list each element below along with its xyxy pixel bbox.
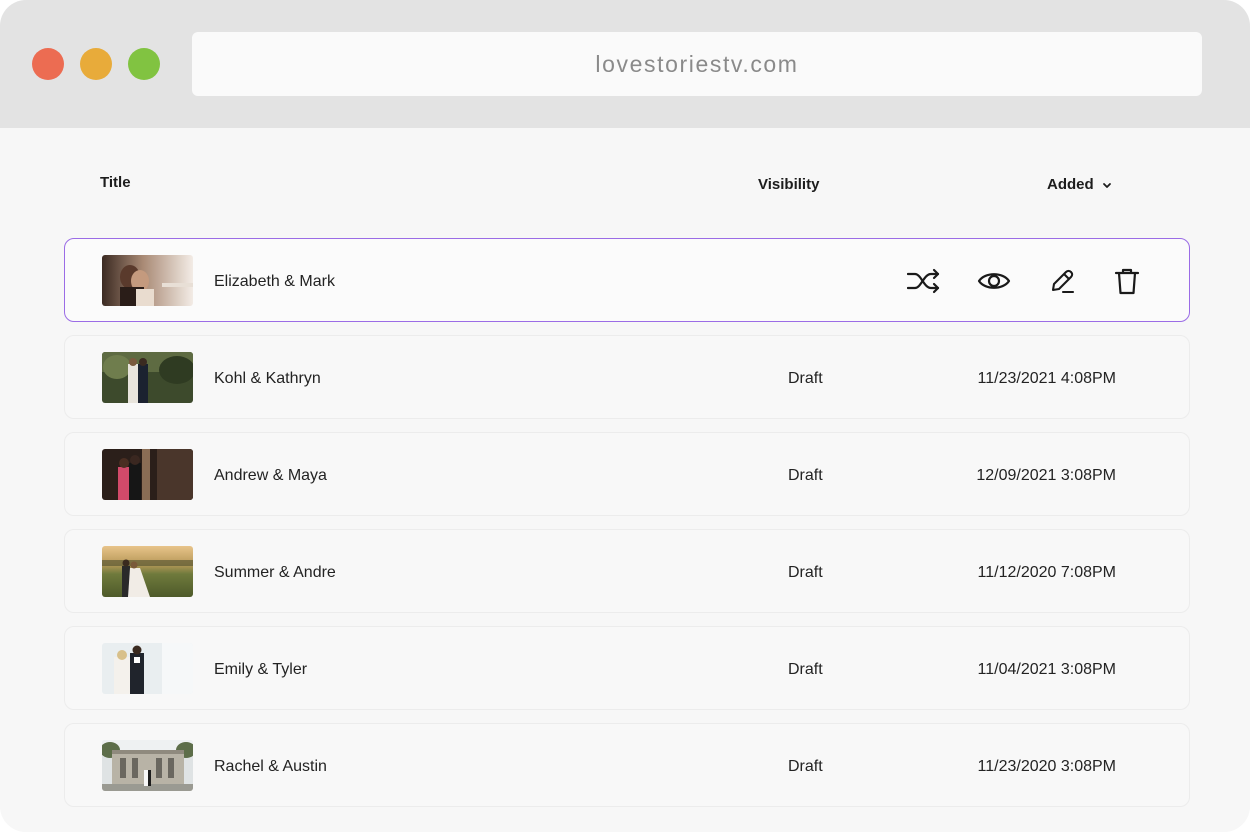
shuffle-icon[interactable] (907, 265, 941, 297)
table-row[interactable]: Elizabeth & Mark (64, 238, 1190, 322)
chevron-down-icon (1102, 182, 1111, 188)
table-row[interactable]: Emily & Tyler Draft 11/04/2021 3:08PM (64, 626, 1190, 710)
row-visibility: Draft (788, 661, 823, 678)
address-bar[interactable]: lovestoriestv.com (192, 32, 1202, 96)
table-row[interactable]: Rachel & Austin Draft 11/23/2020 3:08PM (64, 723, 1190, 807)
column-header-title[interactable]: Title (100, 174, 131, 192)
video-thumbnail[interactable] (102, 546, 193, 597)
column-header-visibility[interactable]: Visibility (758, 176, 819, 194)
table-row[interactable]: Andrew & Maya Draft 12/09/2021 3:08PM (64, 432, 1190, 516)
row-added-date: 11/23/2021 4:08PM (977, 370, 1116, 387)
row-title[interactable]: Rachel & Austin (214, 758, 327, 776)
table-row[interactable]: Kohl & Kathryn Draft 11/23/2021 4:08PM (64, 335, 1190, 419)
maximize-window-button[interactable] (128, 48, 160, 80)
video-thumbnail[interactable] (102, 255, 193, 306)
row-title[interactable]: Summer & Andre (214, 564, 336, 582)
table-row[interactable]: Summer & Andre Draft 11/12/2020 7:08PM (64, 529, 1190, 613)
row-added-date: 11/23/2020 3:08PM (977, 758, 1116, 775)
browser-titlebar: lovestoriestv.com (0, 0, 1250, 128)
trash-icon[interactable] (1110, 265, 1144, 297)
row-added-date: 11/04/2021 3:08PM (977, 661, 1116, 678)
column-header-added-label: Added (1047, 176, 1094, 193)
row-added-date: 11/12/2020 7:08PM (977, 564, 1116, 581)
video-thumbnail[interactable] (102, 740, 193, 791)
row-visibility: Draft (788, 758, 823, 775)
close-window-button[interactable] (32, 48, 64, 80)
row-title[interactable]: Elizabeth & Mark (214, 273, 335, 291)
edit-pencil-icon[interactable] (1045, 265, 1079, 297)
row-title[interactable]: Andrew & Maya (214, 467, 327, 485)
row-title[interactable]: Emily & Tyler (214, 661, 307, 679)
minimize-window-button[interactable] (80, 48, 112, 80)
video-thumbnail[interactable] (102, 352, 193, 403)
row-visibility: Draft (788, 467, 823, 484)
eye-icon[interactable] (977, 265, 1011, 297)
row-title[interactable]: Kohl & Kathryn (214, 370, 321, 388)
browser-window: lovestoriestv.com Title Visibility Added (0, 0, 1250, 832)
column-header-added[interactable]: Added (1047, 176, 1112, 194)
row-visibility: Draft (788, 564, 823, 581)
row-added-date: 12/09/2021 3:08PM (976, 467, 1116, 484)
row-visibility: Draft (788, 370, 823, 387)
video-thumbnail[interactable] (102, 449, 193, 500)
video-thumbnail[interactable] (102, 643, 193, 694)
videos-table: Title Visibility Added Elizabeth & Mark … (0, 128, 1250, 832)
